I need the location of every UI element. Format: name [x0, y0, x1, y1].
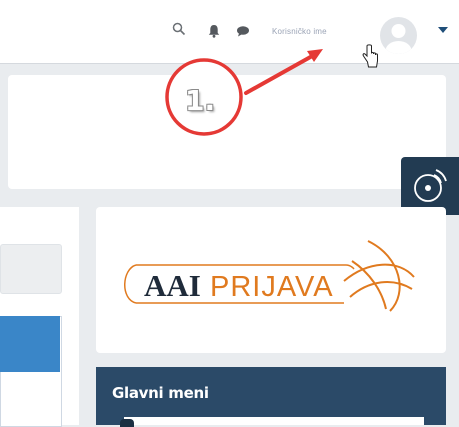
step-number: 1.: [185, 84, 216, 117]
annotation-overlay: [165, 49, 323, 136]
step-arrow: [244, 49, 323, 95]
